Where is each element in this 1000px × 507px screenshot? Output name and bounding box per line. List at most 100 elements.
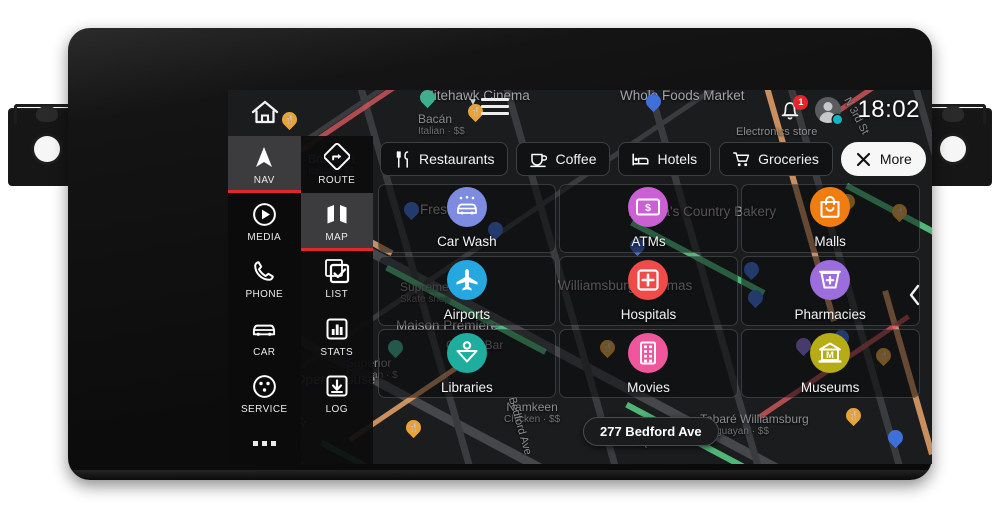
panel-collapse-button[interactable] — [904, 280, 926, 310]
category-label: Malls — [814, 234, 846, 250]
chip-more[interactable]: More — [840, 142, 926, 176]
download-box-icon — [324, 373, 350, 399]
address-pill[interactable]: 277 Bedford Ave — [583, 417, 719, 446]
chip-restaurants[interactable]: Restaurants — [380, 142, 509, 176]
more-dots-icon — [252, 440, 276, 446]
pharmacy-mortar-icon — [810, 259, 851, 300]
checklist-icon — [324, 258, 350, 284]
map-label: Electronics store — [736, 126, 818, 138]
sidebar-item-nav[interactable]: NAV — [228, 136, 301, 194]
category-tile-malls[interactable]: Malls — [740, 183, 920, 254]
presence-dot — [833, 115, 843, 124]
category-chip-bar[interactable]: Restaurants Coffee Hotels Groceries More — [380, 142, 926, 176]
navigation-rail[interactable]: NAV MEDIA PHONE CAR SERVICE ROUTE MAP LI… — [228, 136, 373, 464]
display-bezel: Nitehawk Cinema Whole Foods Market Bacán… — [68, 28, 932, 480]
category-label: Movies — [627, 379, 670, 395]
sidebar-item-phone[interactable]: PHONE — [228, 251, 301, 308]
map-label: Bacán Italian · $$ — [418, 112, 465, 137]
film-strip-icon — [628, 332, 669, 373]
category-tile-hospitals[interactable]: Hospitals — [559, 256, 738, 326]
bracket-hole — [34, 135, 60, 162]
sidebar-item-stats[interactable]: STATS — [301, 308, 374, 365]
category-label: Hospitals — [620, 306, 677, 322]
map-pin[interactable] — [884, 426, 907, 450]
hospital-cross-icon — [628, 259, 669, 300]
rail-primary-column[interactable]: NAV MEDIA PHONE CAR SERVICE — [228, 136, 301, 464]
museum-icon: M — [810, 332, 851, 373]
chevron-down-icon: ▼ — [468, 97, 478, 108]
home-button[interactable] — [250, 98, 280, 126]
map-icon — [324, 201, 350, 227]
car-wash-icon — [446, 187, 487, 228]
chip-groceries[interactable]: Groceries — [719, 142, 833, 176]
bed-icon — [632, 151, 650, 168]
rail-secondary-spacer — [301, 423, 374, 464]
category-label: ATMs — [631, 234, 666, 250]
sidebar-item-label: ROUTE — [318, 174, 356, 186]
map-pin[interactable] — [642, 90, 665, 114]
sidebar-item-label: LIST — [325, 289, 349, 301]
sidebar-item-route[interactable]: ROUTE — [301, 136, 374, 193]
play-circle-icon — [251, 201, 277, 227]
shopping-cart-icon — [733, 151, 750, 168]
svg-text:M: M — [826, 350, 834, 361]
sidebar-item-list[interactable]: LIST — [301, 251, 374, 308]
cutlery-icon — [394, 150, 411, 168]
category-tile-libraries[interactable]: Libraries — [377, 328, 557, 399]
shopping-bag-icon — [810, 187, 851, 228]
map-label-name: Bacán — [418, 112, 453, 126]
map-pin[interactable] — [416, 90, 439, 110]
sidebar-item-label: LOG — [325, 404, 348, 416]
menu-button[interactable]: ▼ — [468, 97, 509, 115]
sidebar-item-label: SERVICE — [240, 404, 288, 416]
chevron-left-icon — [909, 284, 920, 306]
car-icon — [251, 316, 277, 342]
open-book-icon — [446, 332, 487, 373]
home-icon — [251, 100, 279, 124]
svg-text:$: $ — [646, 202, 652, 214]
map-pin[interactable]: 🍴 — [402, 416, 425, 440]
category-label: Pharmacies — [794, 306, 866, 322]
category-tile-movies[interactable]: Movies — [559, 328, 738, 399]
sidebar-item-media[interactable]: MEDIA — [228, 193, 301, 250]
navigation-arrow-icon — [251, 144, 277, 170]
category-tile-airports[interactable]: Airports — [377, 256, 557, 326]
sidebar-item-label: CAR — [253, 346, 276, 358]
rail-secondary-column[interactable]: ROUTE MAP LIST STATS LOG — [300, 136, 374, 464]
bracket-knob — [36, 106, 58, 122]
coffee-cup-icon — [530, 151, 548, 168]
sidebar-item-service[interactable]: SERVICE — [228, 365, 301, 422]
map-label-sub: Italian · $$ — [418, 126, 465, 137]
notifications-button[interactable]: 1 — [779, 95, 809, 122]
bracket-hole — [940, 135, 966, 162]
category-tile-museums[interactable]: M Museums — [740, 328, 920, 399]
category-tile-car-wash[interactable]: Car Wash — [377, 183, 557, 254]
status-indicators: 1 18:02 — [779, 95, 920, 124]
service-icon — [251, 373, 277, 399]
touchscreen[interactable]: Nitehawk Cinema Whole Foods Market Bacán… — [228, 90, 932, 464]
chip-label: Coffee — [555, 151, 597, 167]
sidebar-item-label: MAP — [325, 232, 349, 244]
map-pin[interactable]: 🍴 — [842, 404, 865, 428]
category-label: Car Wash — [437, 234, 497, 250]
hamburger-menu-icon[interactable] — [480, 98, 509, 115]
category-tile-atms[interactable]: $ ATMs — [559, 183, 738, 254]
route-sign-icon — [323, 143, 350, 171]
chip-hotels[interactable]: Hotels — [618, 142, 712, 176]
sidebar-item-label: STATS — [320, 346, 354, 358]
map-pin[interactable]: 🍴 — [278, 108, 301, 132]
chip-label: More — [879, 151, 912, 167]
sidebar-item-log[interactable]: LOG — [301, 365, 374, 422]
notification-badge: 1 — [793, 95, 809, 110]
category-grid[interactable]: Car Wash $ ATMs Malls Airports Hospitals… — [376, 182, 921, 400]
sidebar-item-car[interactable]: CAR — [228, 308, 301, 365]
account-button[interactable] — [815, 97, 843, 124]
sidebar-item-label: NAV — [253, 174, 275, 186]
sidebar-item-map[interactable]: MAP — [300, 193, 373, 252]
chip-label: Groceries — [758, 151, 819, 167]
sidebar-item-more[interactable] — [228, 423, 301, 464]
category-tile-pharmacies[interactable]: Pharmacies — [740, 256, 920, 326]
category-label: Airports — [443, 306, 491, 322]
category-label: Libraries — [440, 379, 493, 395]
chip-coffee[interactable]: Coffee — [516, 142, 611, 176]
